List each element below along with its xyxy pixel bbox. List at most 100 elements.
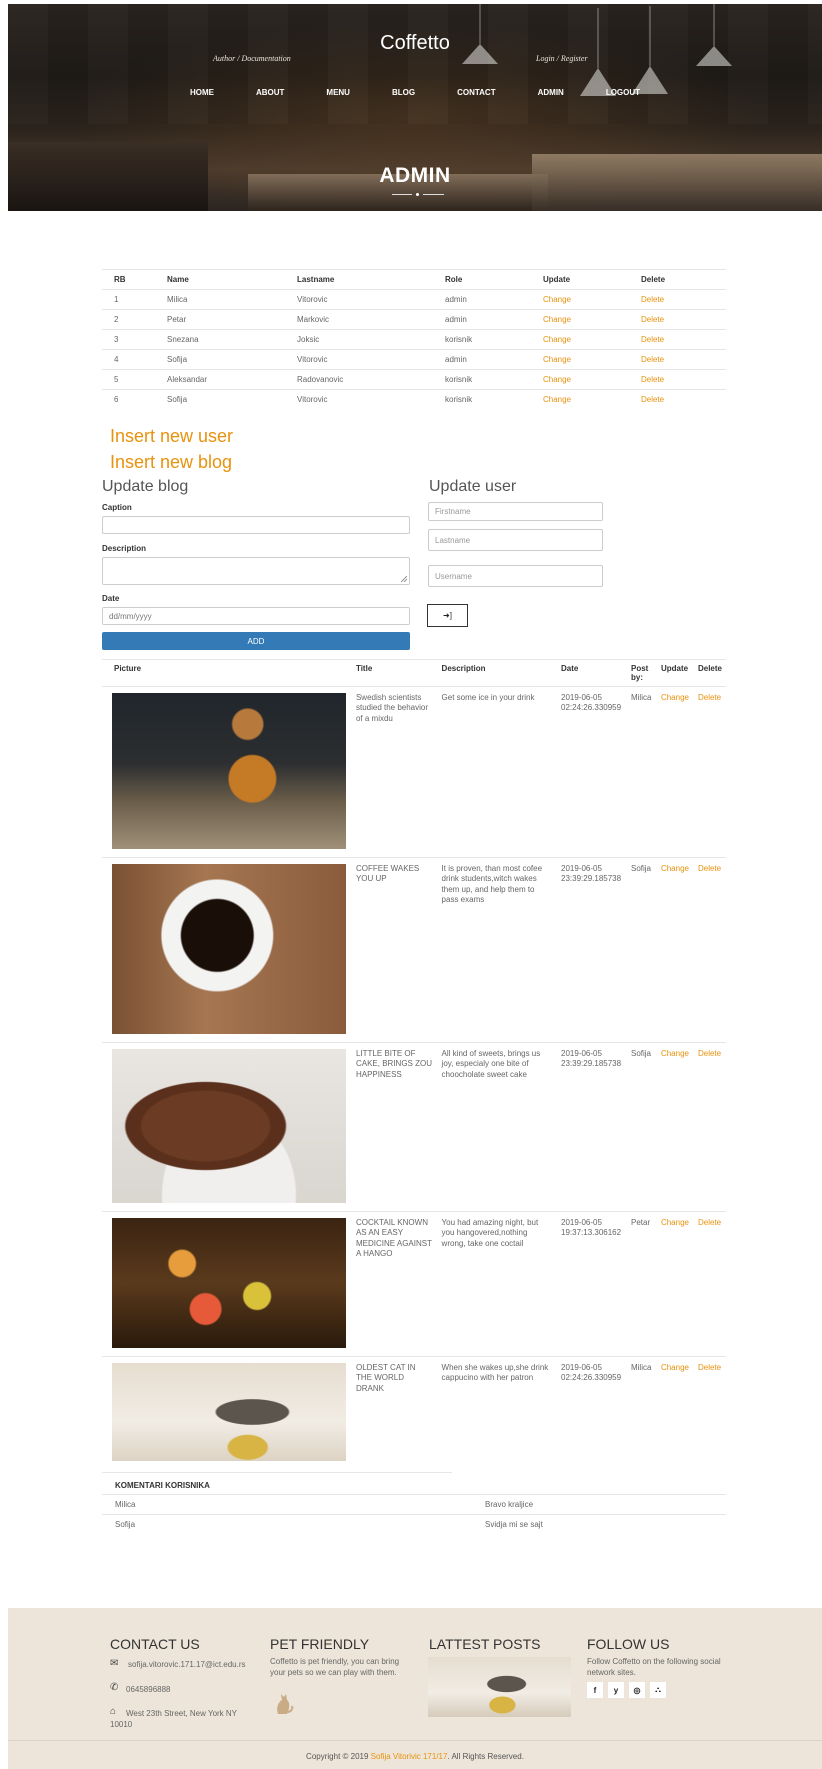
facebook-icon[interactable]: f bbox=[587, 1682, 603, 1698]
copyright: Copyright © 2019 Sofija Vitorivic 171/17… bbox=[8, 1752, 822, 1761]
user-name: Snezana bbox=[155, 329, 285, 350]
table-row: 3 Snezana Joksic korisnik Change Delete bbox=[102, 329, 726, 350]
username-input[interactable]: Username bbox=[428, 565, 603, 587]
nav-about[interactable]: ABOUT bbox=[256, 88, 284, 97]
col-lastname: Lastname bbox=[285, 269, 433, 290]
insert-new-blog-link[interactable]: Insert new blog bbox=[110, 452, 232, 473]
caption-input[interactable] bbox=[102, 516, 410, 534]
social-links: f y ◎ ⛬ bbox=[587, 1682, 666, 1698]
delete-user-link[interactable]: Delete bbox=[641, 375, 664, 384]
nav-admin[interactable]: ADMIN bbox=[538, 88, 564, 97]
contact-phone: 0645896888 bbox=[126, 1685, 171, 1694]
delete-user-link[interactable]: Delete bbox=[641, 335, 664, 344]
delete-blog-link[interactable]: Delete bbox=[698, 864, 721, 873]
change-user-link[interactable]: Change bbox=[543, 295, 571, 304]
whiskey-glass-image bbox=[112, 693, 346, 849]
site-title[interactable]: Coffetto bbox=[8, 32, 822, 55]
delete-blog-link[interactable]: Delete bbox=[698, 1218, 721, 1227]
cocktails-image bbox=[112, 1218, 346, 1348]
change-user-link[interactable]: Change bbox=[543, 315, 571, 324]
change-blog-link[interactable]: Change bbox=[661, 864, 689, 873]
user-lastname: Vitorovic bbox=[285, 289, 433, 310]
change-user-link[interactable]: Change bbox=[543, 395, 571, 404]
pet-friendly-text: Coffetto is pet friendly, you can bring … bbox=[270, 1657, 400, 1677]
delete-user-link[interactable]: Delete bbox=[641, 355, 664, 364]
nav-menu[interactable]: MENU bbox=[326, 88, 350, 97]
instagram-icon[interactable]: ◎ bbox=[629, 1682, 645, 1698]
change-blog-link[interactable]: Change bbox=[661, 1218, 689, 1227]
delete-user-link[interactable]: Delete bbox=[641, 315, 664, 324]
col-update: Update bbox=[656, 659, 694, 687]
user-role: admin bbox=[433, 309, 531, 330]
comments-table: Milica Bravo kraljice Sofija Svidja mi s… bbox=[102, 1494, 726, 1535]
author-documentation-link[interactable]: Author / Documentation bbox=[213, 54, 291, 63]
delete-blog-link[interactable]: Delete bbox=[698, 1049, 721, 1058]
nav-contact[interactable]: CONTACT bbox=[457, 88, 496, 97]
blogs-table-header: Picture Title Description Date Post by: … bbox=[102, 659, 726, 687]
delete-blog-link[interactable]: Delete bbox=[698, 1363, 721, 1372]
blog-description: When she wakes up,she drink cappucino wi… bbox=[437, 1356, 558, 1469]
main-nav: HOME ABOUT MENU BLOG CONTACT ADMIN LOGOU… bbox=[8, 88, 822, 97]
nav-logout[interactable]: LOGOUT bbox=[606, 88, 640, 97]
update-blog-title: Update blog bbox=[102, 478, 189, 495]
col-delete: Delete bbox=[629, 269, 726, 290]
phone-icon: ✆ bbox=[110, 1682, 119, 1693]
user-lastname: Vitorovic bbox=[285, 389, 433, 410]
blog-date: 2019-06-05 02:24:26.330959 bbox=[557, 686, 627, 858]
twitter-icon[interactable]: y bbox=[608, 1682, 624, 1698]
delete-blog-link[interactable]: Delete bbox=[698, 693, 721, 702]
login-register-link[interactable]: Login / Register bbox=[536, 54, 588, 63]
firstname-input[interactable]: Firstname bbox=[428, 502, 603, 521]
hero-banner: Coffetto Author / Documentation Login / … bbox=[8, 4, 822, 211]
user-rb: 2 bbox=[102, 309, 155, 330]
nav-home[interactable]: HOME bbox=[190, 88, 214, 97]
latest-post-thumbnail[interactable] bbox=[428, 1657, 571, 1717]
author-link[interactable]: Sofija Vitorivic 171/17 bbox=[371, 1752, 448, 1761]
blog-description: All kind of sweets, brings us joy, espec… bbox=[437, 1042, 558, 1212]
table-row: 1 Milica Vitorovic admin Change Delete bbox=[102, 289, 726, 310]
user-name: Sofija bbox=[155, 349, 285, 370]
user-rb: 4 bbox=[102, 349, 155, 370]
blog-date: 2019-06-05 19:37:13.306162 bbox=[557, 1211, 627, 1357]
add-button[interactable]: ADD bbox=[102, 632, 410, 650]
change-blog-link[interactable]: Change bbox=[661, 1363, 689, 1372]
user-role: korisnik bbox=[433, 329, 531, 350]
date-input[interactable]: dd/mm/yyyy bbox=[102, 607, 410, 625]
blog-title: OLDEST CAT IN THE WORLD DRANK bbox=[351, 1356, 438, 1469]
caption-label: Caption bbox=[102, 503, 132, 512]
blog-description: It is proven, than most cofee drink stud… bbox=[437, 857, 558, 1043]
col-picture: Picture bbox=[102, 659, 352, 687]
date-label: Date bbox=[102, 594, 120, 603]
change-user-link[interactable]: Change bbox=[543, 355, 571, 364]
change-blog-link[interactable]: Change bbox=[661, 1049, 689, 1058]
resize-handle-icon[interactable] bbox=[401, 576, 407, 582]
user-name: Petar bbox=[155, 309, 285, 330]
delete-user-link[interactable]: Delete bbox=[641, 295, 664, 304]
update-user-title: Update user bbox=[429, 478, 517, 495]
submit-user-button[interactable]: ➜] bbox=[427, 604, 468, 627]
lastname-input[interactable]: Lastname bbox=[428, 529, 603, 551]
insert-new-user-link[interactable]: Insert new user bbox=[110, 426, 233, 447]
heading-divider bbox=[392, 193, 444, 196]
contact-email[interactable]: sofija.vitorovic.171.17@ict.edu.rs bbox=[128, 1660, 246, 1671]
contact-us-heading: CONTACT US bbox=[110, 1636, 200, 1652]
nav-blog[interactable]: BLOG bbox=[392, 88, 415, 97]
comment-user: Milica bbox=[102, 1494, 472, 1515]
sitemap-icon[interactable]: ⛬ bbox=[650, 1682, 666, 1698]
change-blog-link[interactable]: Change bbox=[661, 693, 689, 702]
change-user-link[interactable]: Change bbox=[543, 375, 571, 384]
col-rb: RB bbox=[102, 269, 155, 290]
description-textarea[interactable] bbox=[102, 557, 410, 585]
envelope-icon: ✉ bbox=[110, 1658, 119, 1669]
coffee-cup-image bbox=[112, 864, 346, 1034]
change-user-link[interactable]: Change bbox=[543, 335, 571, 344]
latest-posts-heading: LATTEST POSTS bbox=[429, 1636, 541, 1652]
blog-title: COFFEE WAKES YOU UP bbox=[351, 857, 438, 1043]
col-delete: Delete bbox=[693, 659, 726, 687]
blog-post-by: Sofija bbox=[626, 1042, 657, 1212]
user-role: admin bbox=[433, 289, 531, 310]
follow-us-heading: FOLLOW US bbox=[587, 1636, 670, 1652]
delete-user-link[interactable]: Delete bbox=[641, 395, 664, 404]
user-rb: 1 bbox=[102, 289, 155, 310]
user-lastname: Radovanovic bbox=[285, 369, 433, 390]
